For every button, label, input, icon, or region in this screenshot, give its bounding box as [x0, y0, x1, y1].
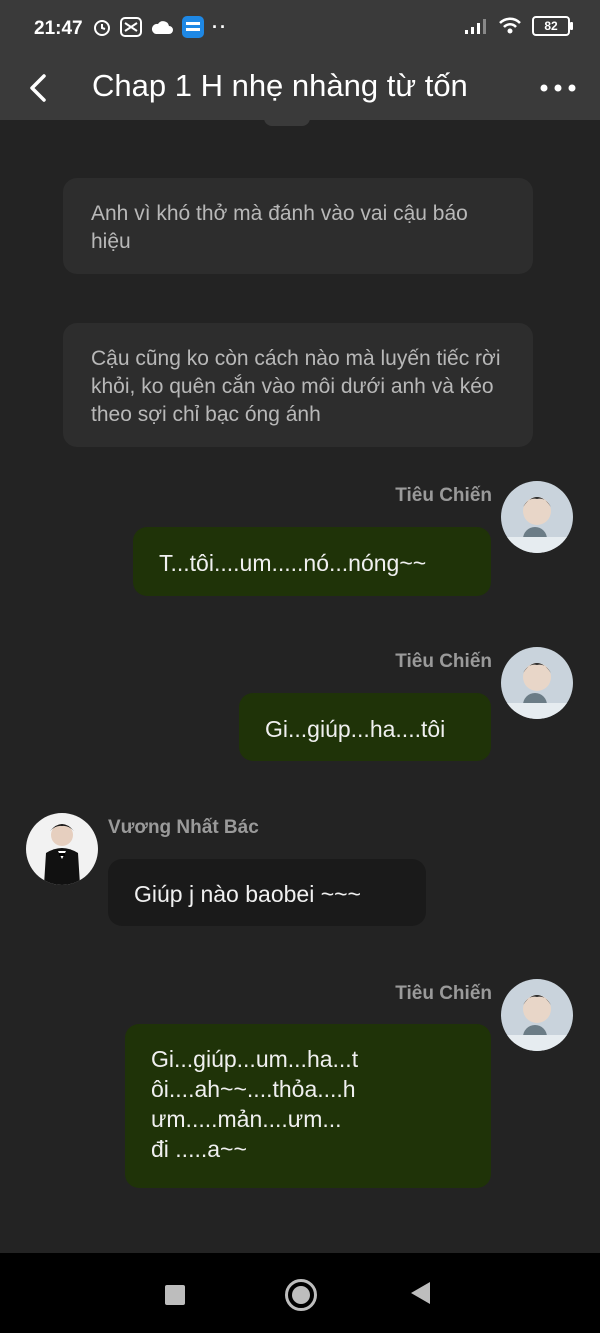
cloud-icon [151, 21, 173, 34]
alarm-icon [94, 20, 110, 36]
avatar-portrait [501, 481, 573, 553]
system-nav-bar [0, 1253, 600, 1333]
message-text-line: ôi....ah~~....thỏa....h [151, 1076, 356, 1102]
status-system-icons: 82 [464, 16, 573, 36]
narration-block: Anh vì khó thở mà đánh vào vai cậu báo h… [63, 178, 533, 274]
avatar[interactable] [501, 647, 573, 719]
battery-level: 82 [544, 19, 558, 33]
wifi-icon [499, 17, 521, 34]
message-text-line: ưm.....mản....ưm... [151, 1106, 342, 1132]
message-text-line: đi .....a~~ [151, 1136, 247, 1162]
more-notifications-icon: ·· [212, 16, 228, 37]
sender-name: Tiêu Chiến [395, 651, 492, 672]
status-time: 21:47 [34, 18, 83, 39]
message-bubble[interactable]: Giúp j nào baobei ~~~ [108, 859, 426, 926]
noveltoon-icon [182, 16, 204, 38]
message-bubble[interactable]: Gi...giúp...ha....tôi [239, 693, 491, 761]
capcut-icon [120, 17, 142, 37]
battery-icon: 82 [532, 16, 573, 36]
avatar-portrait [26, 813, 98, 885]
app-bar: Chap 1 H nhẹ nhàng từ tốn [0, 58, 600, 120]
avatar[interactable] [26, 813, 98, 885]
home-button[interactable] [285, 1279, 317, 1311]
narration-block: Cậu cũng ko còn cách nào mà luyến tiếc r… [63, 323, 533, 447]
message-text: T...tôi....um.....nó...nóng~~ [159, 550, 427, 576]
scroll-indicator [264, 118, 310, 126]
sender-name: Vương Nhất Bác [108, 817, 259, 838]
sender-name: Tiêu Chiến [395, 485, 492, 506]
narration-text: Cậu cũng ko còn cách nào mà luyến tiếc r… [91, 347, 501, 426]
avatar-portrait [501, 979, 573, 1051]
narration-text: Anh vì khó thở mà đánh vào vai cậu báo h… [91, 202, 468, 253]
status-notification-icons: ·· [92, 16, 228, 38]
avatar[interactable] [501, 481, 573, 553]
nav-back-button[interactable] [411, 1282, 430, 1304]
avatar[interactable] [501, 979, 573, 1051]
page-title: Chap 1 H nhẹ nhàng từ tốn [92, 68, 468, 103]
more-options-icon[interactable] [538, 68, 578, 108]
message-bubble[interactable]: T...tôi....um.....nó...nóng~~ [133, 527, 491, 596]
signal-icon [465, 19, 486, 34]
avatar-portrait [501, 647, 573, 719]
status-bar: 21:47 ·· 82 [0, 0, 600, 58]
message-bubble[interactable]: Gi...giúp...um...ha...t ôi....ah~~....th… [125, 1024, 491, 1188]
sender-name: Tiêu Chiến [395, 983, 492, 1004]
message-text: Giúp j nào baobei ~~~ [134, 881, 361, 907]
message-text-line: Gi...giúp...um...ha...t [151, 1046, 359, 1072]
message-text: Gi...giúp...ha....tôi [265, 716, 446, 742]
back-arrow-icon[interactable] [22, 66, 62, 110]
recents-button[interactable] [165, 1285, 185, 1305]
